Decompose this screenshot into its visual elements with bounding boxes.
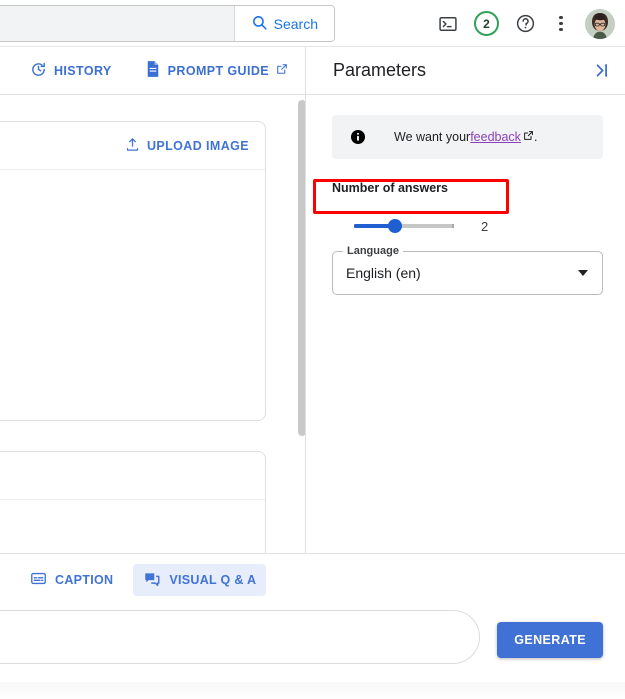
- chevron-down-icon: [578, 270, 588, 276]
- number-of-answers-slider-row: 2: [332, 214, 603, 238]
- search-button-label: Search: [274, 16, 318, 32]
- bottom-bar: CAPTION VISUAL Q & A GENERATE: [0, 553, 625, 699]
- bottom-fade: [0, 682, 625, 699]
- caption-icon: [30, 570, 47, 590]
- image-upload-card-header: UPLOAD IMAGE: [0, 122, 265, 170]
- prompt-guide-label: PROMPT GUIDE: [168, 64, 269, 78]
- parameters-header: Parameters: [306, 47, 625, 95]
- secondary-card-header: [0, 452, 265, 500]
- feedback-link[interactable]: feedback: [470, 130, 521, 144]
- search-icon: [251, 14, 268, 34]
- info-icon: [350, 129, 366, 145]
- number-of-answers-label: Number of answers: [332, 181, 603, 195]
- history-icon: [30, 61, 47, 81]
- generate-button[interactable]: GENERATE: [497, 622, 603, 658]
- top-bar-actions: 2: [436, 0, 615, 47]
- avatar[interactable]: [585, 9, 615, 39]
- language-select-value: English (en): [346, 265, 578, 281]
- number-of-answers-slider[interactable]: [354, 224, 454, 228]
- collapse-right-icon[interactable]: [592, 61, 611, 80]
- terminal-icon[interactable]: [436, 12, 460, 36]
- prompt-input[interactable]: [0, 610, 480, 664]
- application-window: Search 2: [0, 0, 625, 699]
- secondary-card: [0, 451, 266, 553]
- language-select-legend: Language: [343, 245, 403, 257]
- help-icon[interactable]: [513, 12, 537, 36]
- history-label: HISTORY: [54, 64, 112, 78]
- tab-visual-qa[interactable]: VISUAL Q & A: [133, 564, 266, 596]
- tab-caption-label: CAPTION: [55, 573, 113, 587]
- upload-image-button[interactable]: UPLOAD IMAGE: [125, 137, 249, 155]
- more-options-icon[interactable]: [551, 16, 571, 32]
- parameters-body: We want your feedback . Number of answer…: [306, 95, 625, 295]
- prompt-guide-button[interactable]: PROMPT GUIDE: [145, 60, 288, 81]
- language-select[interactable]: Language English (en): [332, 251, 603, 295]
- mode-tabs: CAPTION VISUAL Q & A: [0, 554, 625, 606]
- tab-caption[interactable]: CAPTION: [20, 564, 123, 596]
- search-button[interactable]: Search: [234, 6, 334, 41]
- chat-icon: [143, 570, 161, 591]
- upload-image-label: UPLOAD IMAGE: [147, 139, 249, 153]
- document-icon: [145, 60, 161, 81]
- feedback-info-banner: We want your feedback .: [332, 115, 603, 159]
- parameters-panel: Parameters We want your feedbac: [306, 47, 625, 553]
- upload-icon: [125, 137, 140, 155]
- top-bar: Search 2: [0, 0, 625, 47]
- search-input[interactable]: [0, 6, 234, 41]
- image-upload-card: UPLOAD IMAGE: [0, 121, 266, 421]
- slider-thumb[interactable]: [388, 219, 402, 233]
- history-button[interactable]: HISTORY: [30, 61, 112, 81]
- feedback-text-prefix: We want your: [394, 130, 470, 144]
- external-link-icon: [276, 63, 288, 78]
- notification-count-badge[interactable]: 2: [474, 11, 499, 36]
- feedback-text-suffix: .: [534, 130, 537, 144]
- external-link-icon[interactable]: [523, 130, 534, 144]
- left-toolbar: HISTORY PROMPT GUIDE: [0, 47, 306, 95]
- tab-visual-qa-label: VISUAL Q & A: [169, 573, 256, 587]
- left-content-pane: UPLOAD IMAGE: [0, 95, 306, 553]
- search-box[interactable]: Search: [0, 5, 335, 42]
- parameters-title: Parameters: [333, 60, 426, 81]
- number-of-answers-value: 2: [481, 219, 488, 234]
